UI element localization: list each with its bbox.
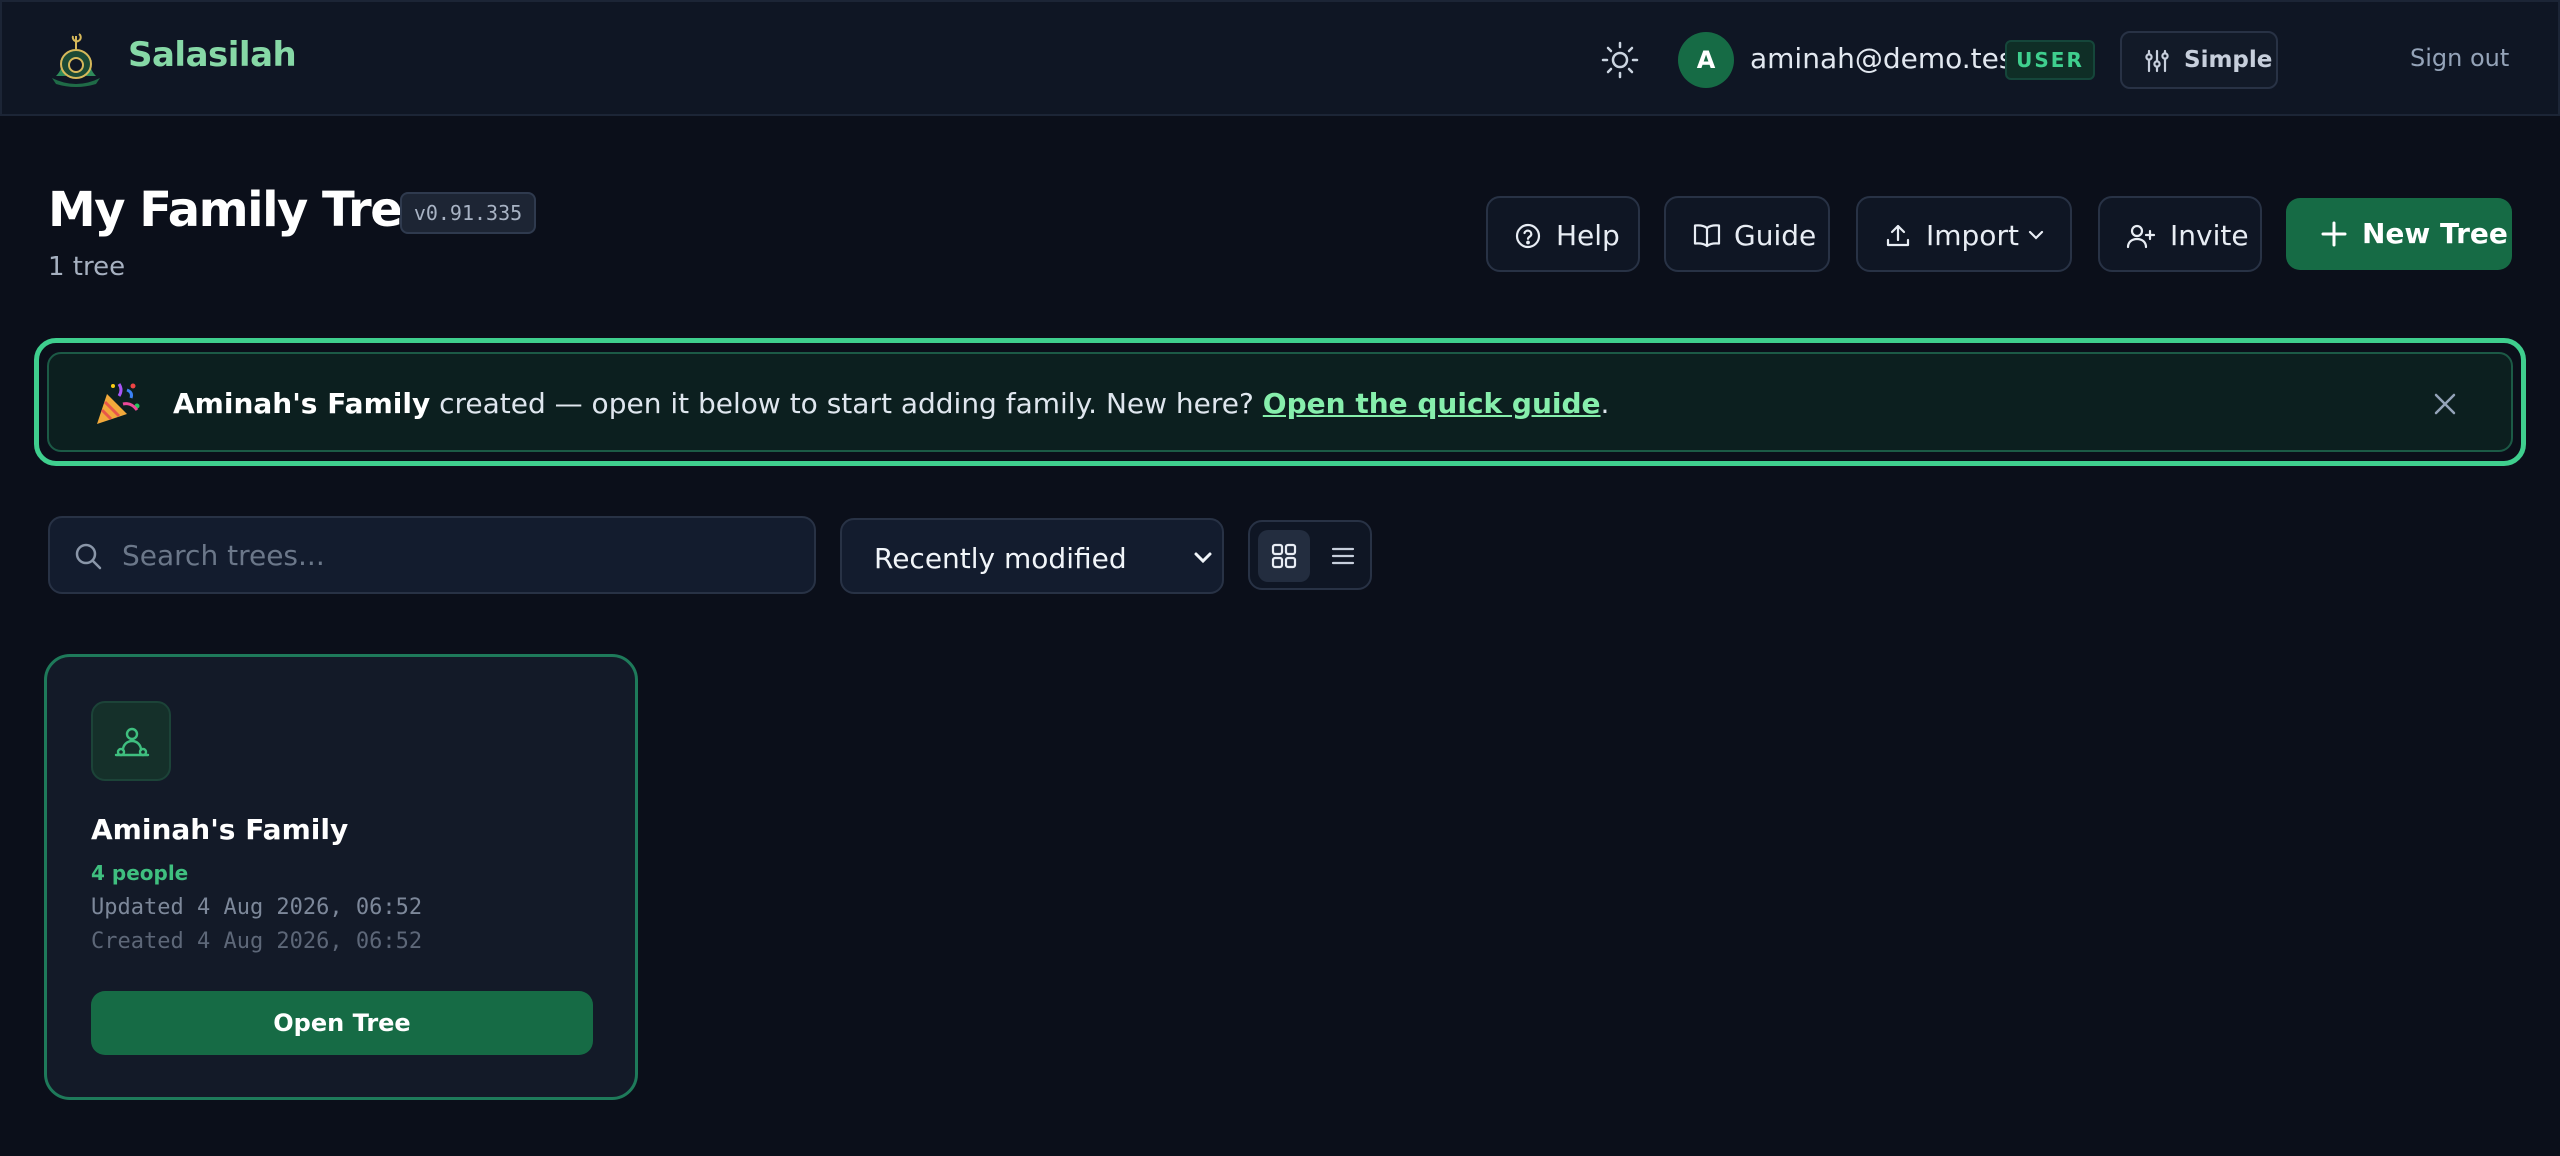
view-toggle <box>1248 520 1372 590</box>
help-button[interactable]: Help <box>1486 196 1640 272</box>
user-avatar[interactable]: A <box>1678 32 1734 88</box>
tree-created-banner: Aminah's Family created — open it below … <box>47 352 2513 452</box>
search-box <box>48 516 816 594</box>
tree-card-people-count: 4 people <box>91 861 189 885</box>
grid-view-button[interactable] <box>1258 530 1310 582</box>
sun-icon[interactable] <box>1600 40 1640 80</box>
list-view-icon <box>1331 547 1355 565</box>
help-circle-icon <box>1515 223 1541 249</box>
import-dropdown-button[interactable]: Import <box>1856 196 2072 272</box>
import-label: Import <box>1926 219 2019 252</box>
banner-tree-name: Aminah's Family <box>173 387 431 420</box>
sliders-icon <box>2145 49 2169 73</box>
search-icon <box>75 543 102 570</box>
tree-count: 1 tree <box>48 252 126 282</box>
people-icon <box>114 727 150 757</box>
search-input[interactable] <box>122 532 782 578</box>
sort-select[interactable]: Recently modified <box>840 518 1224 594</box>
mode-label: Simple <box>2184 47 2273 73</box>
tree-card-icon <box>91 701 171 781</box>
guide-label: Guide <box>1734 219 1817 252</box>
tree-card[interactable]: Aminah's Family 4 people Updated 4 Aug 2… <box>44 654 638 1100</box>
invite-button[interactable]: Invite <box>2098 196 2262 272</box>
party-popper-icon <box>97 383 140 424</box>
brand-name[interactable]: Salasilah <box>128 35 297 75</box>
sign-out-link[interactable]: Sign out <box>2410 44 2509 72</box>
grid-view-icon <box>1271 543 1297 569</box>
banner-trailing: . <box>1600 387 1610 420</box>
user-email: aminah@demo.test <box>1750 42 2025 75</box>
new-tree-button[interactable]: New Tree <box>2286 198 2512 270</box>
close-icon[interactable] <box>2427 386 2463 422</box>
new-tree-label: New Tree <box>2362 217 2508 250</box>
chevron-down-icon <box>2028 230 2044 240</box>
tree-card-updated: Updated 4 Aug 2026, 06:52 <box>91 895 423 920</box>
list-view-button[interactable] <box>1320 530 1366 582</box>
help-label: Help <box>1556 219 1620 252</box>
upload-icon <box>1886 224 1910 247</box>
sort-selected-value: Recently modified <box>874 542 1127 575</box>
chevron-down-icon <box>1194 552 1212 564</box>
page-title: My Family Trees <box>48 182 461 238</box>
invite-label: Invite <box>2170 219 2249 252</box>
role-badge: USER <box>2005 40 2095 80</box>
top-bar: Salasilah A aminah@demo.test USER Simple… <box>0 0 2560 116</box>
banner-message-text: created — open it below to start adding … <box>430 387 1263 420</box>
plus-icon <box>2321 221 2347 247</box>
mosque-logo-icon[interactable] <box>46 28 106 88</box>
book-open-icon <box>1693 224 1721 248</box>
tree-card-title: Aminah's Family <box>91 813 349 846</box>
tree-card-created: Created 4 Aug 2026, 06:52 <box>91 929 423 954</box>
mode-toggle-button[interactable]: Simple <box>2120 31 2278 89</box>
quick-guide-link[interactable]: Open the quick guide <box>1263 387 1601 420</box>
open-tree-button[interactable]: Open Tree <box>91 991 593 1055</box>
guide-button[interactable]: Guide <box>1664 196 1830 272</box>
user-plus-icon <box>2126 224 2156 249</box>
banner-message: Aminah's Family created — open it below … <box>173 387 1609 420</box>
version-badge: v0.91.335 <box>400 192 536 234</box>
